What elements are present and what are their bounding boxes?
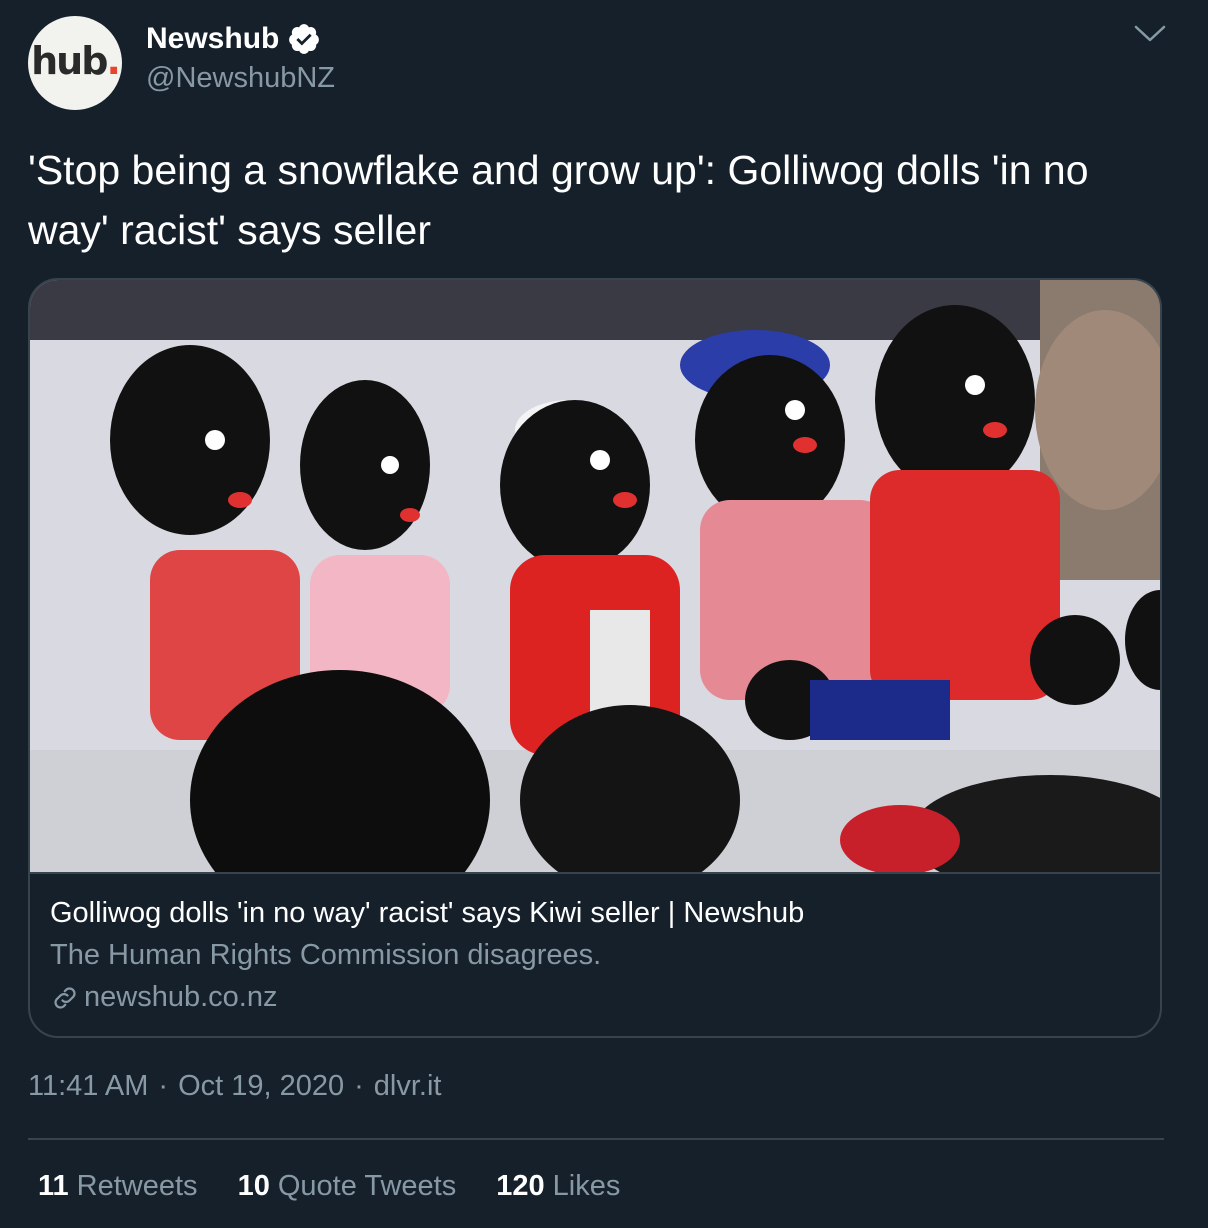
author-row: Newshub: [146, 22, 321, 56]
card-image[interactable]: [30, 280, 1162, 872]
quote-tweets-label: Quote Tweets: [277, 1170, 457, 1202]
retweets-label: Retweets: [76, 1170, 198, 1202]
likes-stat[interactable]: 120 Likes: [496, 1170, 620, 1203]
likes-count: 120: [496, 1170, 545, 1202]
avatar-logo: hub.: [31, 39, 121, 83]
handle[interactable]: @NewshubNZ: [146, 62, 335, 95]
tweet-meta: 11:41 AM · Oct 19, 2020 · dlvr.it: [28, 1070, 441, 1103]
tweet-date[interactable]: Oct 19, 2020: [178, 1070, 344, 1103]
engagement-stats: 11 Retweets 10 Quote Tweets 120 Likes: [38, 1170, 620, 1203]
card-title[interactable]: Golliwog dolls 'in no way' racist' says …: [50, 897, 804, 930]
retweets-stat[interactable]: 11 Retweets: [38, 1170, 198, 1203]
retweets-count: 11: [38, 1170, 69, 1202]
avatar[interactable]: hub.: [28, 16, 122, 110]
likes-label: Likes: [552, 1170, 621, 1202]
divider: [28, 1138, 1164, 1140]
tweet-text: 'Stop being a snowflake and grow up': Go…: [28, 147, 1089, 253]
display-name[interactable]: Newshub: [146, 22, 279, 56]
chevron-down-icon[interactable]: [1133, 24, 1167, 44]
meta-separator: ·: [158, 1070, 169, 1102]
link-card[interactable]: Golliwog dolls 'in no way' racist' says …: [28, 278, 1162, 1038]
verified-badge-icon: [289, 24, 320, 54]
card-description: The Human Rights Commission disagrees.: [50, 939, 602, 971]
link-icon: [54, 986, 76, 1009]
card-domain-row[interactable]: newshub.co.nz: [50, 981, 277, 1014]
tweet-time[interactable]: 11:41 AM: [28, 1070, 148, 1103]
card-divider: [30, 872, 1160, 874]
card-domain: newshub.co.nz: [84, 981, 278, 1013]
quote-tweets-stat[interactable]: 10 Quote Tweets: [238, 1170, 457, 1203]
tweet-source[interactable]: dlvr.it: [374, 1070, 442, 1103]
meta-separator: ·: [354, 1070, 364, 1102]
quote-tweets-count: 10: [237, 1170, 270, 1202]
